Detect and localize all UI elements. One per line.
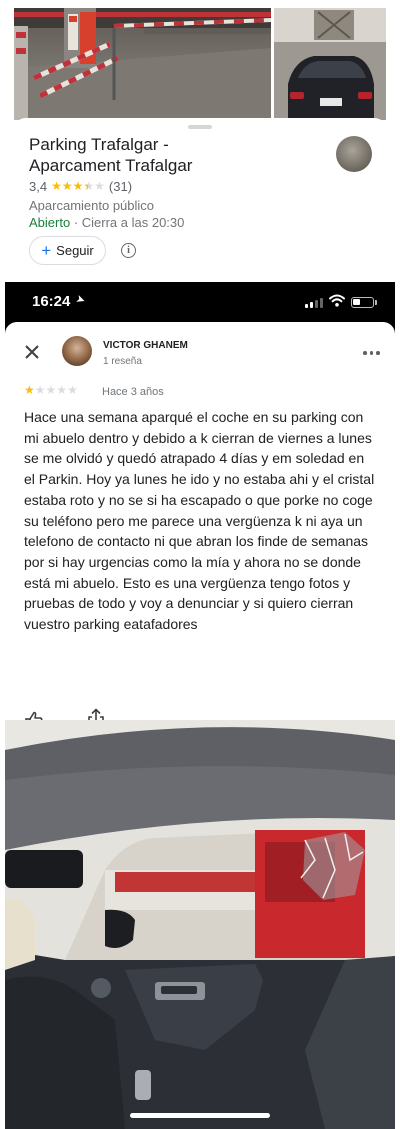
broken-car-window-photo[interactable]	[274, 8, 386, 120]
drag-handle[interactable]	[188, 125, 212, 129]
reviewer-name[interactable]: VICTOR GHANEM	[103, 340, 188, 351]
status-time: 16:24	[32, 293, 71, 310]
empty-star-icon: ★	[56, 383, 68, 397]
empty-star-icon: ★	[45, 383, 57, 397]
place-photos[interactable]	[14, 8, 386, 120]
location-arrow-icon: ➤	[74, 292, 87, 308]
empty-star-icon: ★	[94, 179, 105, 193]
info-icon[interactable]: i	[121, 243, 136, 258]
cellular-signal-icon	[305, 298, 323, 308]
follow-button[interactable]: + Seguir	[29, 236, 106, 265]
rating-value: 3,4	[29, 179, 48, 194]
place-thumbnail[interactable]	[336, 136, 372, 172]
car-rear-drawing	[274, 8, 386, 120]
place-type: Aparcamiento público	[29, 198, 155, 213]
review-stars: ★ ★ ★ ★ ★	[24, 384, 78, 397]
phone-screenshot: 16:24 ➤ VICTOR GHANEM 1 reseña ★ ★ ★ ★ ★…	[5, 282, 395, 729]
review-count[interactable]: (31)	[109, 179, 132, 194]
open-status-label: Abierto	[29, 215, 71, 230]
close-icon[interactable]	[23, 343, 41, 361]
star-icon: ★	[61, 179, 73, 193]
wifi-icon	[329, 294, 345, 307]
home-indicator[interactable]	[130, 1113, 270, 1118]
reviewer-avatar[interactable]	[62, 336, 92, 366]
review-text: Hace una semana aparqué el coche en su p…	[24, 409, 375, 633]
car-interior-drawing	[5, 720, 395, 1129]
review-card: VICTOR GHANEM 1 reseña ★ ★ ★ ★ ★ Hace 3 …	[5, 322, 395, 729]
half-star-icon: ★	[83, 179, 95, 193]
battery-tip	[375, 300, 377, 305]
plus-icon: +	[41, 240, 52, 260]
reviewer-review-count: 1 reseña	[103, 356, 142, 367]
empty-star-icon: ★	[34, 383, 46, 397]
broken-window-photo[interactable]	[5, 720, 395, 1129]
follow-label: Seguir	[56, 243, 94, 258]
place-title: Parking Trafalgar - Aparcament Trafalgar	[29, 134, 329, 176]
star-icon: ★	[51, 179, 62, 193]
place-card: Parking Trafalgar - Aparcament Trafalgar…	[12, 118, 388, 284]
star-icon: ★	[24, 383, 35, 397]
more-options-icon[interactable]	[363, 351, 380, 355]
page: Parking Trafalgar - Aparcament Trafalgar…	[0, 0, 400, 1129]
status-bar: 16:24 ➤	[5, 282, 395, 324]
opening-status: Abierto · Cierra a las 20:30	[29, 215, 184, 230]
rating-stars: ★ ★ ★ ★ ★	[51, 180, 105, 193]
review-time: Hace 3 años	[102, 386, 164, 398]
battery-icon	[351, 297, 374, 308]
star-icon: ★	[72, 179, 84, 193]
empty-star-icon: ★	[67, 383, 78, 397]
place-title-text: Parking Trafalgar - Aparcament Trafalgar	[29, 135, 193, 175]
rating-row: 3,4 ★ ★ ★ ★ ★ (31)	[29, 179, 132, 194]
parking-entrance-drawing	[14, 8, 271, 120]
parking-entrance-photo[interactable]	[14, 8, 271, 120]
closing-time: · Cierra a las 20:30	[70, 215, 185, 230]
